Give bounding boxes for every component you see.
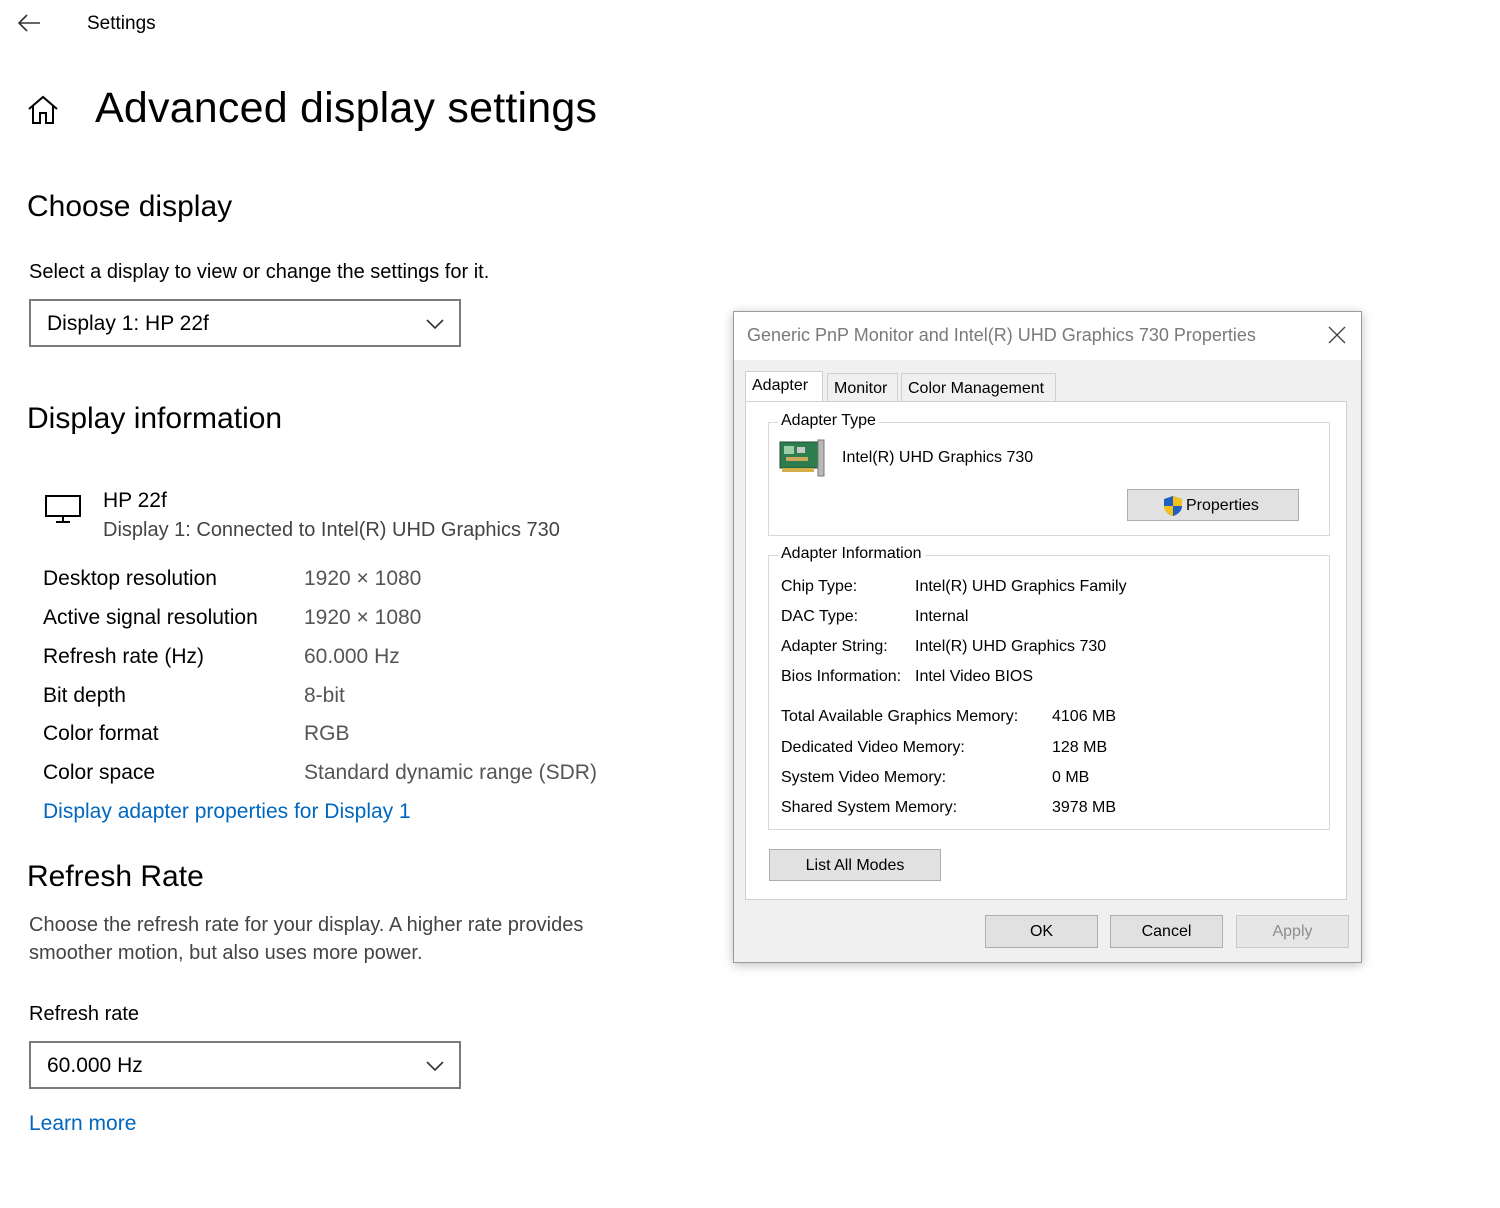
display-select-value: Display 1: HP 22f <box>47 312 209 335</box>
info-value: 60.000 Hz <box>304 645 400 668</box>
properties-dialog: Generic PnP Monitor and Intel(R) UHD Gra… <box>733 311 1362 963</box>
adapter-properties-button[interactable]: Properties <box>1127 489 1299 521</box>
info-label: Desktop resolution <box>43 567 217 590</box>
info-label: Chip Type: <box>781 578 858 595</box>
info-value: Intel(R) UHD Graphics 730 <box>915 638 1107 655</box>
info-label: Active signal resolution <box>43 606 258 629</box>
learn-more-link[interactable]: Learn more <box>29 1112 136 1136</box>
display-information-heading: Display information <box>27 402 283 435</box>
chevron-down-icon <box>425 1059 445 1073</box>
adapter-name: Intel(R) UHD Graphics 730 <box>842 449 1034 466</box>
uac-shield-icon <box>1162 495 1184 517</box>
ok-button[interactable]: OK <box>985 915 1098 948</box>
info-label: DAC Type: <box>781 608 859 625</box>
apply-button[interactable]: Apply <box>1236 915 1349 948</box>
info-value: 8-bit <box>304 684 345 707</box>
refresh-rate-select[interactable]: 60.000 Hz <box>29 1041 461 1089</box>
memory-value: 4106 MB <box>1052 708 1117 725</box>
adapter-information-group <box>768 555 1330 830</box>
info-label: Bit depth <box>43 684 126 707</box>
tab-adapter[interactable]: Adapter <box>745 371 823 403</box>
refresh-rate-label: Refresh rate <box>29 1003 140 1025</box>
adapter-type-label: Adapter Type <box>778 412 879 430</box>
info-value: 1920 × 1080 <box>304 606 422 629</box>
memory-value: 0 MB <box>1052 769 1090 786</box>
refresh-rate-heading: Refresh Rate <box>27 860 204 893</box>
info-label: Color space <box>43 761 156 784</box>
adapter-information-label: Adapter Information <box>778 545 925 563</box>
adapter-tab-panel: Adapter Type Intel(R) UHD Graphics 730 P… <box>745 401 1347 900</box>
refresh-rate-description-line2: smoother motion, but also uses more powe… <box>29 942 423 964</box>
dialog-title: Generic PnP Monitor and Intel(R) UHD Gra… <box>747 325 1256 345</box>
choose-display-description: Select a display to view or change the s… <box>29 261 490 283</box>
tab-monitor[interactable]: Monitor <box>827 373 898 403</box>
memory-label: Total Available Graphics Memory: <box>781 708 1019 725</box>
graphics-card-icon <box>778 438 828 480</box>
memory-label: System Video Memory: <box>781 769 947 786</box>
page-title: Advanced display settings <box>95 84 598 132</box>
info-value: Internal <box>915 608 969 625</box>
choose-display-heading: Choose display <box>27 190 233 223</box>
list-all-modes-button[interactable]: List All Modes <box>769 849 941 881</box>
info-value: Intel Video BIOS <box>915 668 1033 685</box>
monitor-connection: Display 1: Connected to Intel(R) UHD Gra… <box>103 519 560 541</box>
info-value: RGB <box>304 722 350 745</box>
info-label: Refresh rate (Hz) <box>43 645 205 668</box>
memory-label: Dedicated Video Memory: <box>781 739 965 756</box>
info-value: Intel(R) UHD Graphics Family <box>915 578 1127 595</box>
adapter-properties-link[interactable]: Display adapter properties for Display 1 <box>43 800 411 824</box>
back-arrow-icon[interactable] <box>16 12 42 34</box>
refresh-rate-select-value: 60.000 Hz <box>47 1054 143 1077</box>
close-icon[interactable] <box>1327 325 1347 345</box>
info-label: Adapter String: <box>781 638 888 655</box>
tab-color-management[interactable]: Color Management <box>901 373 1056 403</box>
properties-button-label: Properties <box>1186 497 1259 514</box>
home-icon[interactable] <box>26 94 60 126</box>
info-value: Standard dynamic range (SDR) <box>304 761 597 784</box>
info-value: 1920 × 1080 <box>304 567 422 590</box>
info-label: Color format <box>43 722 159 745</box>
monitor-name: HP 22f <box>103 489 167 512</box>
monitor-icon <box>44 494 84 526</box>
cancel-button[interactable]: Cancel <box>1110 915 1223 948</box>
memory-value: 128 MB <box>1052 739 1108 756</box>
memory-label: Shared System Memory: <box>781 799 958 816</box>
display-select[interactable]: Display 1: HP 22f <box>29 299 461 347</box>
app-title: Settings <box>87 13 156 34</box>
dialog-titlebar[interactable]: Generic PnP Monitor and Intel(R) UHD Gra… <box>734 312 1361 360</box>
refresh-rate-description-line1: Choose the refresh rate for your display… <box>29 914 584 936</box>
chevron-down-icon <box>425 317 445 331</box>
info-label: Bios Information: <box>781 668 902 685</box>
memory-value: 3978 MB <box>1052 799 1117 816</box>
